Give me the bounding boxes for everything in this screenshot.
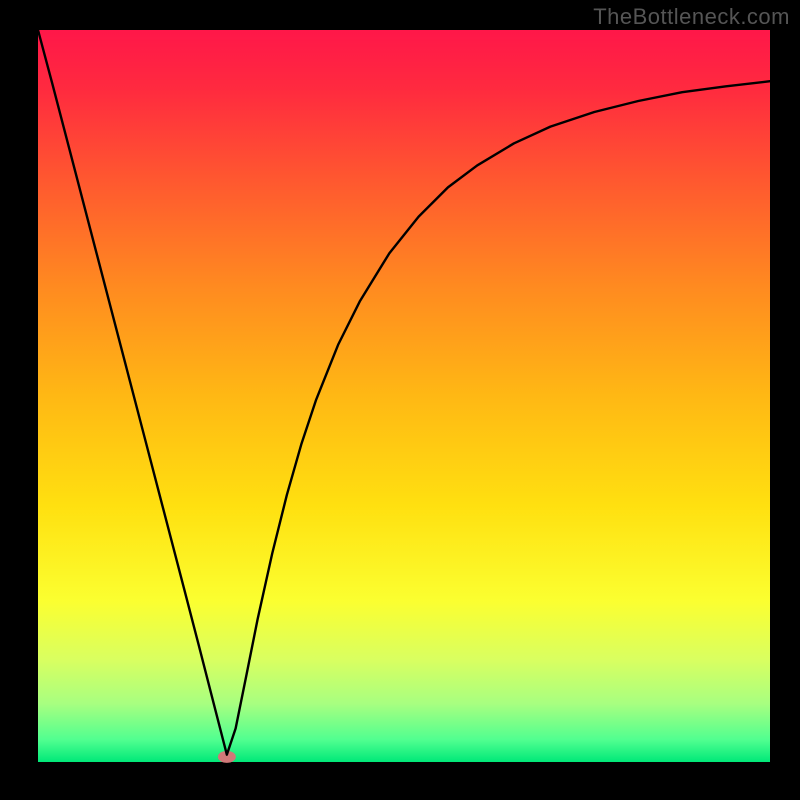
watermark-text: TheBottleneck.com bbox=[593, 4, 790, 30]
chart-frame: TheBottleneck.com bbox=[0, 0, 800, 800]
plot-background bbox=[38, 30, 770, 762]
bottleneck-chart bbox=[0, 0, 800, 800]
